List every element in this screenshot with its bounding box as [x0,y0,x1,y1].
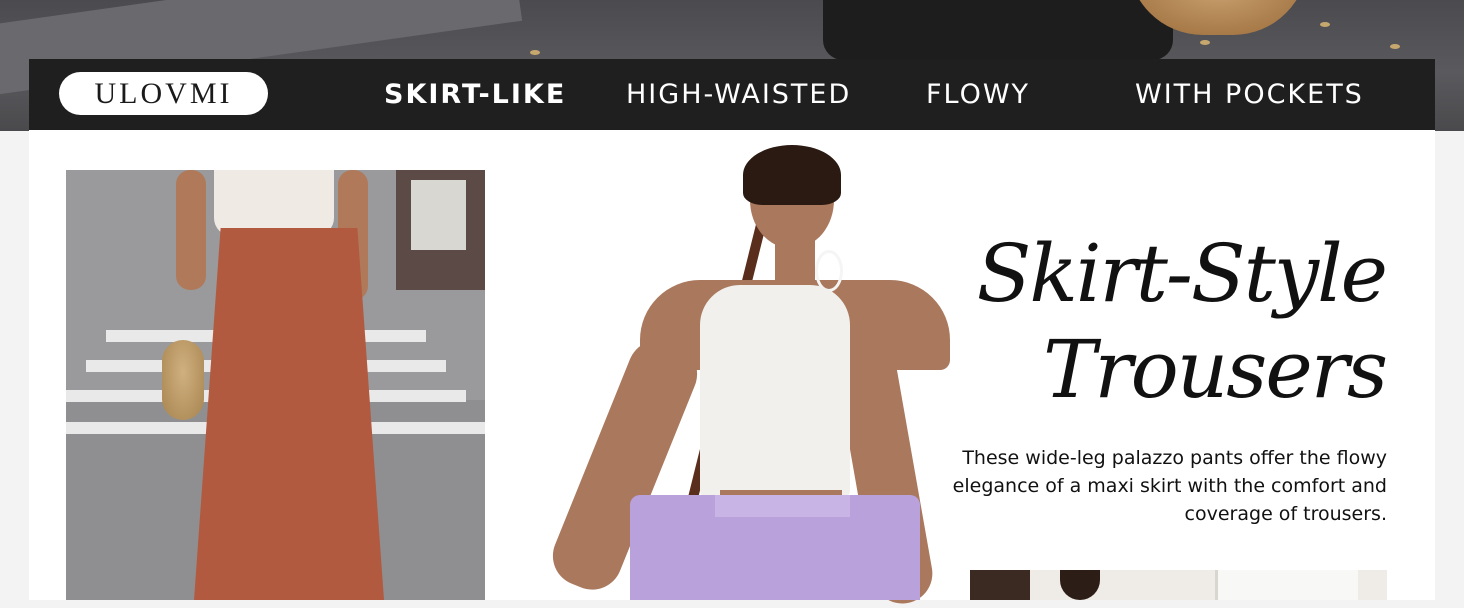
leaf [1200,40,1210,45]
white-tank-top [700,285,850,500]
nav-item-with-pockets[interactable]: WITH POCKETS [1135,59,1364,130]
woven-basket-bag [162,340,204,420]
paperbag-waistband [715,495,850,517]
hero-black-coat [823,0,1173,60]
category-nav-bar: ULOVMI SKIRT-LIKE HIGH-WAISTED FLOWY WIT… [29,59,1435,130]
feature-description: These wide-leg palazzo pants offer the f… [952,447,1387,525]
thumb-white-door [1215,570,1358,600]
leaf [1320,22,1330,27]
nav-item-high-waisted[interactable]: HIGH-WAISTED [626,59,851,130]
feature-headline: Skirt-Style Trousers [976,226,1388,418]
leaf [1390,44,1400,49]
shop-window [411,180,466,250]
leaf [530,50,540,55]
model-arm [176,170,206,290]
model-photo-lavender-pants [543,145,950,608]
cream-crop-top [214,170,334,236]
headline-line-2: Trousers [1043,323,1388,416]
model-hair [743,145,841,205]
brand-logo[interactable]: ULOVMI [59,72,268,115]
rust-palazzo-pants [194,228,384,600]
nav-item-flowy[interactable]: FLOWY [926,59,1030,130]
thumb-doorframe [970,570,1030,600]
thumbnail-photo [970,570,1387,600]
thumb-hair [1060,570,1100,600]
headline-line-1: Skirt-Style [976,227,1388,320]
product-photo-rust-pants [66,170,485,600]
nav-item-skirt-like[interactable]: SKIRT-LIKE [384,59,566,130]
